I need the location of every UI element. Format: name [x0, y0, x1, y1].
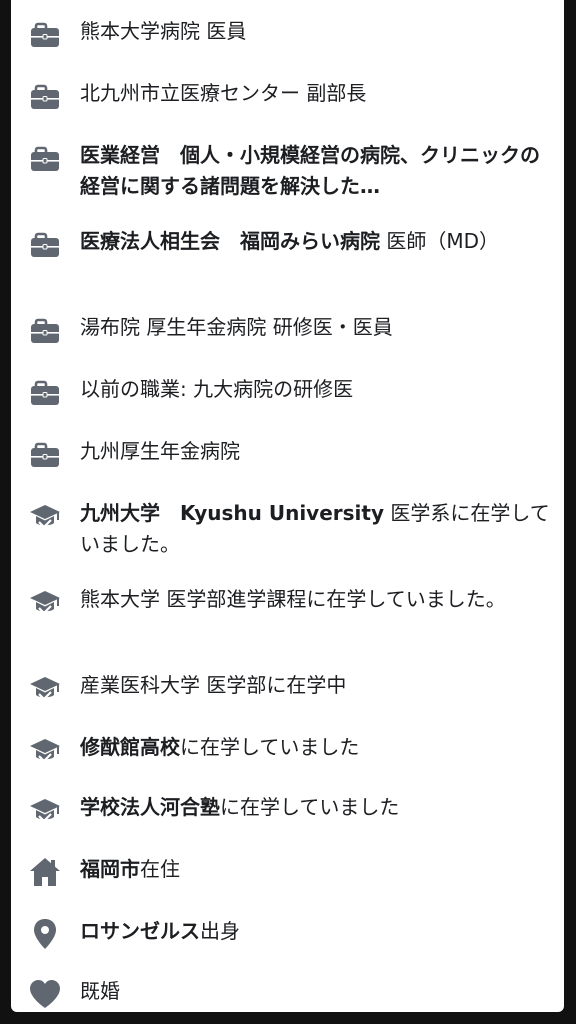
- education-item[interactable]: 産業医科大学 医学部に在学中: [11, 668, 564, 708]
- briefcase-icon: [27, 312, 63, 348]
- current-city-text: 在住: [140, 857, 180, 881]
- work-item[interactable]: 医療法人相生会 福岡みらい病院 医師（MD）: [11, 224, 564, 288]
- work-item[interactable]: 湯布院 厚生年金病院 研修医・医員: [11, 310, 564, 350]
- location-pin-icon: [27, 916, 63, 952]
- education-item-text: に在学していました: [220, 795, 400, 819]
- hometown-link[interactable]: ロサンゼルス: [80, 919, 200, 943]
- heart-icon: [27, 976, 63, 1012]
- education-item-bold[interactable]: 九州大学 Kyushu University: [80, 501, 384, 525]
- work-item-text: 湯布院 厚生年金病院 研修医・医員: [80, 315, 393, 339]
- briefcase-icon: [27, 140, 63, 176]
- work-item[interactable]: 医業経営 個人・小規模経営の病院、クリニックの経営に関する諸問題を解決した…: [11, 138, 564, 202]
- home-icon: [27, 854, 63, 890]
- education-item[interactable]: 学校法人河合塾に在学していました: [11, 790, 564, 830]
- relationship-item[interactable]: 既婚: [11, 974, 564, 1012]
- work-item[interactable]: 九州厚生年金病院: [11, 434, 564, 474]
- hometown-text: 出身: [200, 919, 240, 943]
- education-item-text: に在学していました: [180, 735, 360, 759]
- education-item-bold[interactable]: 学校法人河合塾: [80, 795, 220, 819]
- work-item-text: 熊本大学病院 医員: [80, 19, 247, 43]
- education-item-bold[interactable]: 修猷館高校: [80, 735, 180, 759]
- graduation-cap-icon: [27, 584, 63, 620]
- education-item-text: 熊本大学 医学部進学課程に在学していました。: [80, 587, 506, 611]
- education-item-text: 産業医科大学 医学部に在学中: [80, 673, 347, 697]
- graduation-cap-icon: [27, 670, 63, 706]
- work-item-bold[interactable]: 医療法人相生会 福岡みらい病院: [80, 229, 380, 253]
- graduation-cap-icon: [27, 732, 63, 768]
- hometown-item[interactable]: ロサンゼルス出身: [11, 914, 564, 954]
- relationship-text: 既婚: [80, 979, 120, 1003]
- current-city-link[interactable]: 福岡市: [80, 857, 140, 881]
- work-item-text: 九州厚生年金病院: [80, 439, 240, 463]
- current-city-item[interactable]: 福岡市在住: [11, 852, 564, 892]
- graduation-cap-icon: [27, 792, 63, 828]
- briefcase-icon: [27, 226, 63, 262]
- briefcase-icon: [27, 436, 63, 472]
- briefcase-icon: [27, 374, 63, 410]
- work-item-text: 北九州市立医療センター 副部長: [80, 81, 367, 105]
- about-panel: 熊本大学病院 医員 北九州市立医療センター 副部長 医業経営 個人・小規模経営の…: [11, 0, 564, 1012]
- work-item-text: 医師（MD）: [380, 229, 500, 253]
- education-item[interactable]: 九州大学 Kyushu University 医学系に在学していました。: [11, 496, 564, 560]
- briefcase-icon: [27, 16, 63, 52]
- work-item[interactable]: 熊本大学病院 医員: [11, 14, 564, 54]
- briefcase-icon: [27, 78, 63, 114]
- work-item-bold[interactable]: 医業経営 個人・小規模経営の病院、クリニックの経営に関する諸問題を解決した…: [80, 143, 540, 198]
- education-item[interactable]: 修猷館高校に在学していました: [11, 730, 564, 770]
- work-item[interactable]: 北九州市立医療センター 副部長: [11, 76, 564, 116]
- work-item-text: 以前の職業: 九大病院の研修医: [80, 377, 354, 401]
- education-item[interactable]: 熊本大学 医学部進学課程に在学していました。: [11, 582, 564, 646]
- work-item[interactable]: 以前の職業: 九大病院の研修医: [11, 372, 564, 412]
- graduation-cap-icon: [27, 498, 63, 534]
